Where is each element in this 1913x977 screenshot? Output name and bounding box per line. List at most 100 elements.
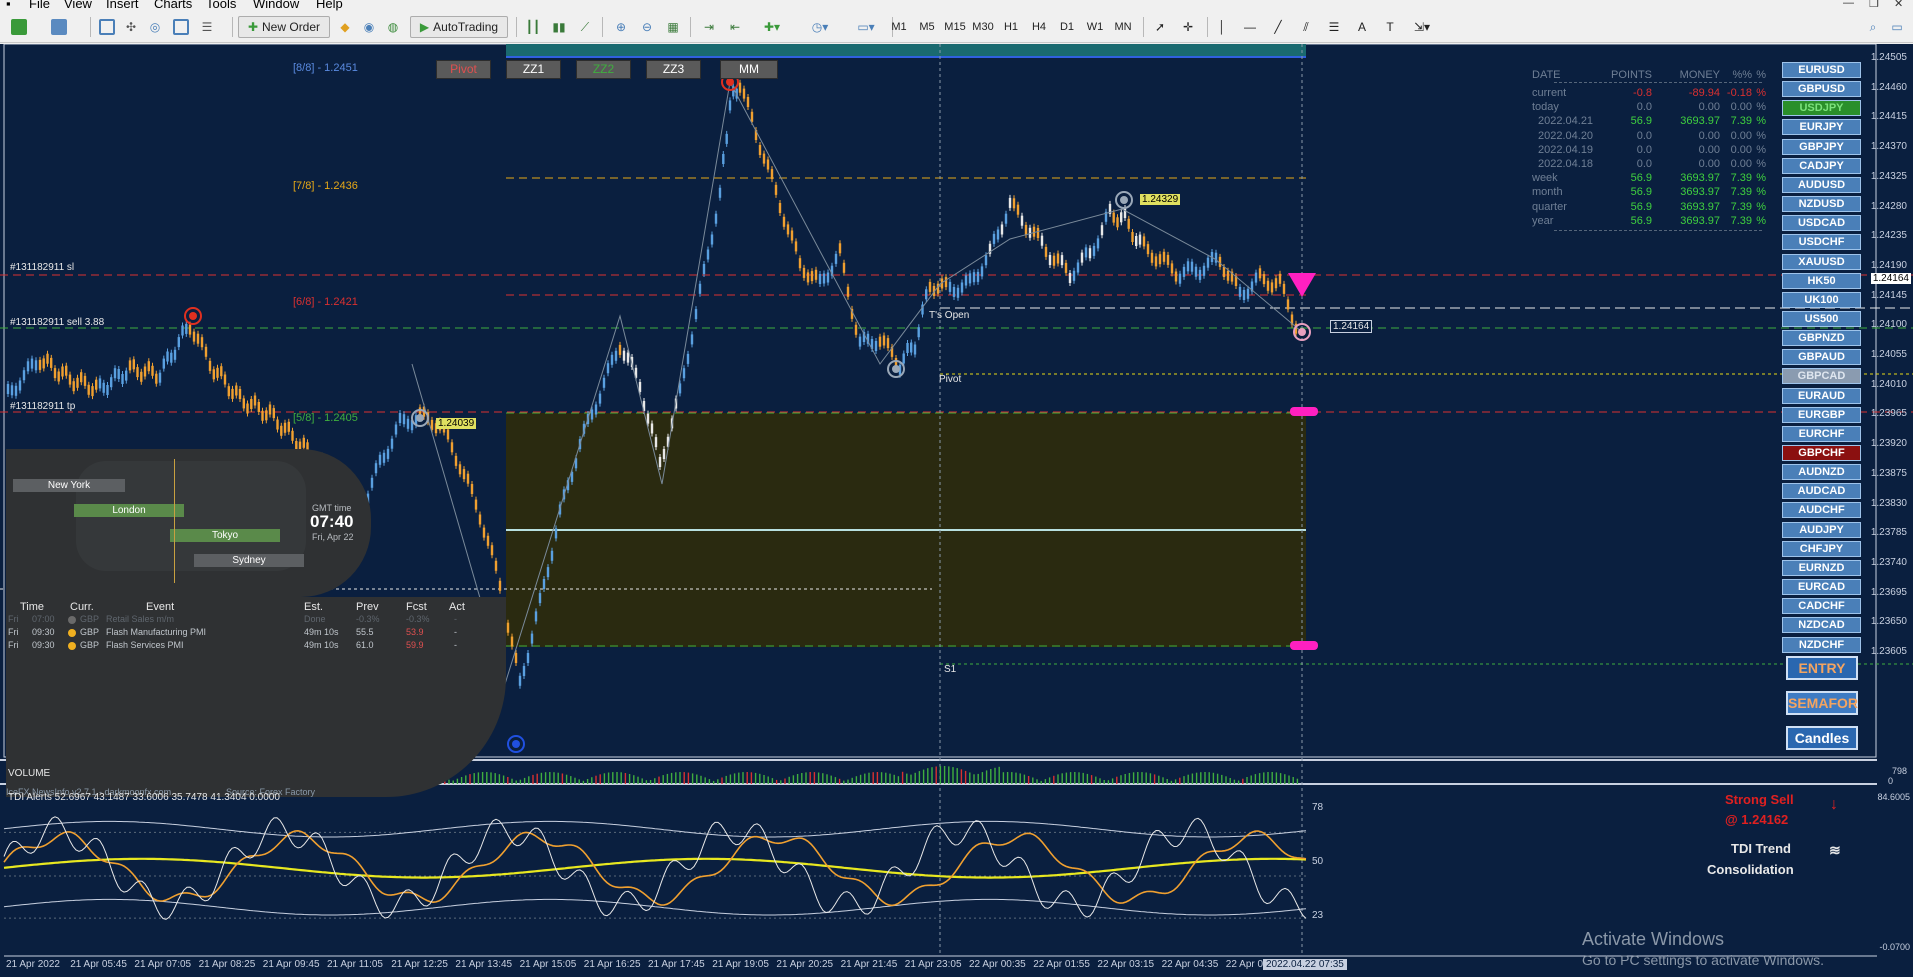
text-icon[interactable]: A [1351, 16, 1373, 38]
zz3-button[interactable]: ZZ3 [646, 60, 701, 79]
pair-button-eurusd[interactable]: EURUSD [1782, 62, 1861, 78]
pair-button-gbpchf[interactable]: GBPCHF [1782, 445, 1861, 461]
news-cell: Retail Sales m/m [106, 614, 175, 624]
timeframe-m1[interactable]: M1 [886, 16, 912, 38]
text-label-icon[interactable]: T [1379, 16, 1401, 38]
bar-chart-icon[interactable]: ┃┃ [522, 16, 544, 38]
line-chart-icon[interactable]: ⟋ [574, 16, 596, 38]
pair-button-cadjpy[interactable]: CADJPY [1782, 157, 1861, 174]
candle-body [882, 335, 886, 346]
pair-button-gbpusd[interactable]: GBPUSD [1782, 81, 1861, 98]
profiles-icon[interactable] [48, 16, 70, 38]
zoom-in-icon[interactable]: ⊕ [610, 16, 632, 38]
chat-icon[interactable]: ▭ [1886, 16, 1908, 38]
pair-button-usdjpy[interactable]: USDJPY [1782, 100, 1861, 117]
pair-button-audjpy[interactable]: AUDJPY [1782, 521, 1861, 538]
pair-button-eurgbp[interactable]: EURGBP [1782, 406, 1861, 423]
candlestick-icon[interactable]: ▮▮ [548, 16, 570, 38]
horizontal-line-icon[interactable]: — [1239, 16, 1261, 38]
pivot-button[interactable]: Pivot [436, 60, 491, 79]
pair-button-chfjpy[interactable]: CHFJPY [1782, 540, 1861, 557]
pair-button-nzdusd[interactable]: NZDUSD [1782, 196, 1861, 213]
menu-window[interactable]: Window [253, 0, 299, 11]
menu-charts[interactable]: Charts [154, 0, 192, 11]
entry-button[interactable]: ENTRY [1786, 656, 1858, 680]
crosshair-icon[interactable]: ✛ [1177, 16, 1199, 38]
close-icon[interactable]: ✕ [1894, 0, 1903, 10]
pair-button-uk100[interactable]: UK100 [1782, 291, 1861, 308]
stats-cell: week [1532, 172, 1558, 185]
cursor-icon[interactable]: ➚ [1149, 16, 1171, 38]
pair-button-eurnzd[interactable]: EURNZD [1782, 559, 1861, 576]
pair-button-gbpaud[interactable]: GBPAUD [1782, 349, 1861, 366]
timeframe-mn[interactable]: MN [1110, 16, 1136, 38]
semafor-button[interactable]: SEMAFOR [1786, 691, 1858, 715]
navigator-icon[interactable]: ◎ [144, 16, 166, 38]
pair-button-xauusd[interactable]: XAUUSD [1782, 253, 1861, 270]
indicators-icon[interactable]: ✚▾ [752, 16, 792, 38]
autoscroll-icon[interactable]: ⇥ [698, 16, 720, 38]
metaeditor-icon[interactable]: ◆ [334, 16, 356, 38]
periodicity-icon[interactable]: ◷▾ [800, 16, 840, 38]
pair-button-gbpcad[interactable]: GBPCAD [1782, 368, 1861, 385]
pair-button-us500[interactable]: US500 [1782, 310, 1861, 327]
timeframe-d1[interactable]: D1 [1054, 16, 1080, 38]
restore-icon[interactable]: ❐ [1869, 0, 1879, 10]
pair-button-gbpnzd[interactable]: GBPNZD [1782, 330, 1861, 347]
pair-button-audchf[interactable]: AUDCHF [1782, 502, 1861, 519]
candles-button[interactable]: Candles [1786, 726, 1858, 750]
timeframe-m15[interactable]: M15 [942, 16, 968, 38]
tester-icon[interactable]: ☰ [196, 16, 218, 38]
new-chart-icon[interactable] [8, 16, 30, 38]
data-window-icon[interactable]: ✣ [120, 16, 142, 38]
zz2-button[interactable]: ZZ2 [576, 60, 631, 79]
pair-button-hk50[interactable]: HK50 [1782, 272, 1861, 289]
menu-help[interactable]: Help [316, 0, 343, 11]
pair-button-cadchf[interactable]: CADCHF [1782, 598, 1861, 615]
fibonacci-icon[interactable]: ☰ [1323, 16, 1345, 38]
market-watch-icon[interactable] [96, 16, 118, 38]
new-order-button[interactable]: ✚ New Order [238, 16, 330, 38]
candle-body [614, 350, 618, 361]
templates-icon[interactable]: ▭▾ [846, 16, 886, 38]
price-axis-label: 1.24145 [1870, 289, 1907, 301]
menu-view[interactable]: View [64, 0, 92, 11]
terminal-icon[interactable] [170, 16, 192, 38]
pair-button-nzdcad[interactable]: NZDCAD [1782, 617, 1861, 634]
zoom-out-icon[interactable]: ⊖ [636, 16, 658, 38]
timeframe-h4[interactable]: H4 [1026, 16, 1052, 38]
minimize-icon[interactable]: — [1843, 0, 1854, 9]
arrows-icon[interactable]: ⇲▾ [1407, 16, 1437, 38]
timeframe-w1[interactable]: W1 [1082, 16, 1108, 38]
pair-button-eurchf[interactable]: EURCHF [1782, 425, 1861, 442]
pair-button-audusd[interactable]: AUDUSD [1782, 176, 1861, 193]
pair-button-eurjpy[interactable]: EURJPY [1782, 119, 1861, 136]
stats-cell: % [1756, 158, 1766, 170]
chart-shift-icon[interactable]: ⇤ [724, 16, 746, 38]
pair-button-gbpjpy[interactable]: GBPJPY [1782, 138, 1861, 155]
autotrading-button[interactable]: ▶ AutoTrading [410, 16, 508, 38]
chart-window[interactable]: Pivot ZZ1 ZZ2 ZZ3 MM [8/8] - 1.2451 [7/8… [0, 44, 1913, 977]
pair-button-usdchf[interactable]: USDCHF [1782, 234, 1861, 251]
mm-button[interactable]: MM [720, 60, 778, 79]
pair-button-usdcad[interactable]: USDCAD [1782, 215, 1861, 232]
menu-insert[interactable]: Insert [106, 0, 139, 11]
pair-button-audnzd[interactable]: AUDNZD [1782, 464, 1861, 481]
signals-icon[interactable]: ◉ [358, 16, 380, 38]
vertical-line-icon[interactable]: │ [1211, 16, 1233, 38]
tile-windows-icon[interactable]: ▦ [662, 16, 684, 38]
channel-icon[interactable]: ⫽ [1295, 16, 1317, 38]
pair-button-eurcad[interactable]: EURCAD [1782, 579, 1861, 596]
zz1-button[interactable]: ZZ1 [506, 60, 561, 79]
pair-button-euraud[interactable]: EURAUD [1782, 387, 1861, 404]
timeframe-h1[interactable]: H1 [998, 16, 1024, 38]
market-icon[interactable]: ◍ [382, 16, 404, 38]
trendline-icon[interactable]: ╱ [1267, 16, 1289, 38]
pair-button-nzdchf[interactable]: NZDCHF [1782, 636, 1861, 653]
pair-button-audcad[interactable]: AUDCAD [1782, 483, 1861, 500]
search-icon[interactable]: ⌕ [1862, 16, 1884, 38]
menu-tools[interactable]: Tools [206, 0, 236, 11]
timeframe-m30[interactable]: M30 [970, 16, 996, 38]
menu-file[interactable]: File [29, 0, 50, 11]
timeframe-m5[interactable]: M5 [914, 16, 940, 38]
